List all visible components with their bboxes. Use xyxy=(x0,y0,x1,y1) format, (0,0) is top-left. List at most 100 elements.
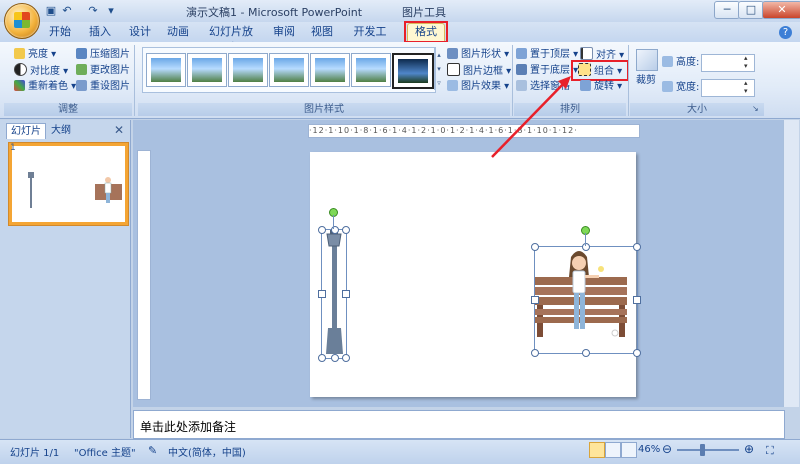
notes-placeholder: 单击此处添加备注 xyxy=(140,420,237,434)
zoom-in-icon[interactable]: ⊕ xyxy=(744,442,754,456)
picture-effects-label: 图片效果 xyxy=(461,81,501,92)
brightness-button[interactable]: 亮度 ▾ xyxy=(14,47,56,62)
group-label-arrange: 排列 xyxy=(514,103,626,116)
crop-button[interactable]: 裁剪 xyxy=(636,73,656,88)
panel-close-icon[interactable]: ✕ xyxy=(114,123,124,137)
picture-border-button[interactable]: 图片边框 ▾ xyxy=(447,63,511,78)
minimize-button[interactable]: ─ xyxy=(714,1,740,19)
height-spinner-icon[interactable]: ▴ ▾ xyxy=(744,54,748,70)
bench-girl-image[interactable] xyxy=(531,243,641,357)
picture-shape-icon xyxy=(447,48,458,59)
horizontal-ruler: ·12·1·10·1·8·1·6·1·4·1·2·1·0·1·2·1·4·1·6… xyxy=(308,124,640,138)
group-label-picture-styles: 图片样式 xyxy=(138,103,510,116)
zoom-level[interactable]: 46% xyxy=(638,444,660,455)
send-to-back-button[interactable]: 置于底层 ▾ xyxy=(516,63,578,78)
change-picture-icon xyxy=(76,64,87,75)
fit-to-window-icon[interactable]: ⛶ xyxy=(766,444,774,458)
selection-pane-button[interactable]: 选择窗格 xyxy=(516,79,570,94)
picture-style-4[interactable] xyxy=(269,53,309,87)
contrast-button[interactable]: 对比度 ▾ xyxy=(14,63,68,78)
crop-icon[interactable] xyxy=(636,49,658,71)
contrast-label: 对比度 xyxy=(30,66,60,77)
rotate-icon xyxy=(580,80,591,91)
tab-home[interactable]: 开始 xyxy=(48,24,72,40)
reset-picture-icon xyxy=(76,80,87,91)
maximize-button[interactable]: □ xyxy=(738,1,764,19)
zoom-out-icon[interactable]: ⊖ xyxy=(662,442,672,456)
spellcheck-icon[interactable]: ✎ xyxy=(148,444,157,457)
zoom-slider[interactable] xyxy=(677,449,739,451)
picture-border-label: 图片边框 xyxy=(463,66,503,77)
slide-thumbnail-image xyxy=(28,172,122,208)
picture-style-1[interactable] xyxy=(146,53,186,87)
tab-slides[interactable]: 幻灯片 xyxy=(6,123,46,139)
zoom-slider-thumb[interactable] xyxy=(700,444,705,456)
rotate-line xyxy=(585,233,586,246)
normal-view-icon[interactable] xyxy=(589,442,605,458)
brightness-icon xyxy=(14,48,25,59)
brightness-label: 亮度 xyxy=(28,49,48,60)
tab-review[interactable]: 审阅 xyxy=(272,24,296,40)
window-title: 演示文稿1 - Microsoft PowerPoint xyxy=(186,6,363,19)
language-status[interactable]: 中文(简体，中国) xyxy=(168,444,246,459)
recolor-icon xyxy=(14,80,25,91)
theme-status: "Office 主题" xyxy=(74,448,136,459)
vertical-ruler xyxy=(137,150,151,400)
width-spinner-icon[interactable]: ▴ ▾ xyxy=(744,79,748,95)
lamp-post-image[interactable] xyxy=(318,226,350,362)
picture-style-5[interactable] xyxy=(310,53,350,87)
tab-slideshow[interactable]: 幻灯片放映 xyxy=(206,24,256,54)
tab-outline[interactable]: 大纲 xyxy=(46,123,76,138)
change-picture-button[interactable]: 更改图片 xyxy=(76,63,130,78)
picture-effects-icon xyxy=(447,80,458,91)
tab-view[interactable]: 视图 xyxy=(310,24,334,40)
bring-to-front-icon xyxy=(516,48,527,59)
tab-animations[interactable]: 动画 xyxy=(166,24,190,40)
picture-style-7[interactable] xyxy=(392,53,434,89)
close-button[interactable]: ✕ xyxy=(762,1,800,19)
vertical-scrollbar[interactable] xyxy=(783,120,799,407)
contrast-icon xyxy=(14,63,27,76)
width-text: 宽度: xyxy=(676,82,700,93)
tab-developer[interactable]: 开发工具 xyxy=(350,24,390,54)
help-icon[interactable]: ? xyxy=(779,26,792,39)
save-icon[interactable]: ▣ xyxy=(44,4,58,18)
group-separator xyxy=(628,45,629,116)
redo-icon[interactable]: ↷ xyxy=(86,4,100,18)
bring-to-front-button[interactable]: 置于顶层 ▾ xyxy=(516,47,578,62)
size-dialog-launcher-icon[interactable]: ↘ xyxy=(752,104,759,113)
picture-shape-button[interactable]: 图片形状 ▾ xyxy=(447,47,509,62)
slide-thumbnail[interactable] xyxy=(9,143,128,225)
tab-design[interactable]: 设计 xyxy=(128,24,152,40)
picture-style-6[interactable] xyxy=(351,53,391,87)
compress-pictures-button[interactable]: 压缩图片 xyxy=(76,47,130,62)
group-separator xyxy=(134,45,135,116)
selection-pane-icon xyxy=(516,80,527,91)
group-separator xyxy=(512,45,513,116)
selection-pane-label: 选择窗格 xyxy=(530,81,570,92)
picture-shape-label: 图片形状 xyxy=(461,49,501,60)
reset-picture-button[interactable]: 重设图片 xyxy=(76,79,130,94)
picture-effects-button[interactable]: 图片效果 ▾ xyxy=(447,79,509,94)
picture-style-3[interactable] xyxy=(228,53,268,87)
gallery-scroll-icon[interactable]: ▴ ▾ ▿ xyxy=(434,48,443,90)
undo-icon[interactable]: ↶ xyxy=(60,4,74,18)
qat-dropdown-icon[interactable]: ▾ xyxy=(104,4,118,18)
office-button[interactable] xyxy=(4,3,40,39)
recolor-button[interactable]: 重新着色 ▾ xyxy=(14,79,76,94)
height-label: 高度: xyxy=(662,55,699,70)
rotate-button[interactable]: 旋转 ▾ xyxy=(580,79,622,94)
change-picture-label: 更改图片 xyxy=(90,65,130,76)
picture-style-2[interactable] xyxy=(187,53,227,87)
height-text: 高度: xyxy=(676,57,700,68)
slideshow-view-icon[interactable] xyxy=(621,442,637,458)
align-icon xyxy=(580,47,593,60)
office-logo-icon xyxy=(14,12,30,28)
slide-sorter-view-icon[interactable] xyxy=(605,442,621,458)
width-label: 宽度: xyxy=(662,80,699,95)
tab-insert[interactable]: 插入 xyxy=(88,24,112,40)
rotate-label: 旋转 xyxy=(594,81,614,92)
picture-border-icon xyxy=(447,63,460,76)
send-to-back-label: 置于底层 xyxy=(530,65,570,76)
compress-icon xyxy=(76,48,87,59)
